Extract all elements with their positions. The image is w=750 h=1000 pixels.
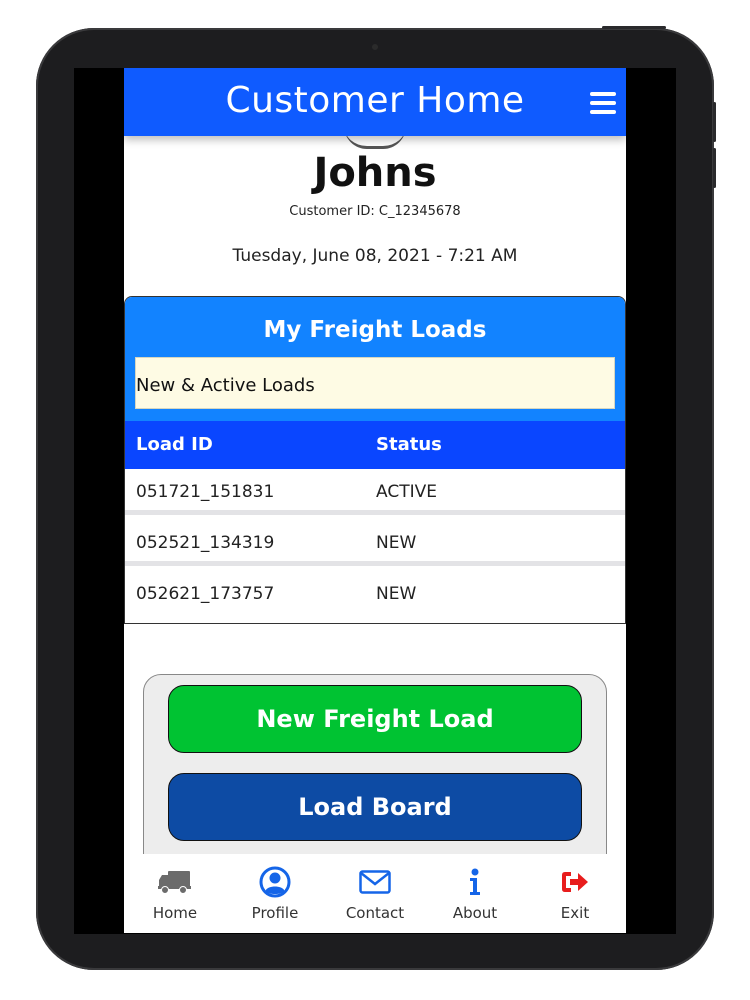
current-datetime: Tuesday, June 08, 2021 - 7:21 AM: [232, 246, 518, 266]
status-cell: NEW: [376, 533, 417, 553]
nav-item-contact[interactable]: Contact: [325, 866, 425, 922]
app-header: Customer Home: [124, 68, 626, 136]
nav-label-about: About: [452, 904, 498, 922]
load-board-button[interactable]: Load Board: [168, 773, 582, 841]
table-row[interactable]: 052521_134319 NEW: [125, 520, 625, 566]
hamburger-menu-icon[interactable]: [590, 92, 616, 114]
info-icon: [425, 866, 525, 898]
freight-loads-title: My Freight Loads: [263, 317, 487, 343]
nav-label-profile: Profile: [251, 904, 299, 922]
load-filter-select[interactable]: New & Active Loads: [135, 357, 615, 409]
nav-item-profile[interactable]: Profile: [225, 866, 325, 922]
loads-table-header: Load ID Status: [125, 421, 625, 469]
new-freight-load-button[interactable]: New Freight Load: [168, 685, 582, 753]
customer-id: Customer ID: C_12345678: [289, 204, 461, 219]
nav-label-contact: Contact: [345, 904, 405, 922]
bottom-navigation: Home Profile Contact About Exit: [124, 854, 626, 933]
table-row[interactable]: 051721_151831 ACTIVE: [125, 469, 625, 515]
load-id-cell: 051721_151831: [136, 482, 275, 502]
volume-up-button: [713, 102, 716, 142]
top-button: [602, 26, 666, 29]
freight-loads-card: My Freight Loads New & Active Loads Load…: [124, 296, 626, 624]
status-cell: ACTIVE: [376, 482, 437, 502]
sign-out-icon: [525, 866, 625, 898]
user-circle-icon: [225, 866, 325, 898]
actions-panel: New Freight Load Load Board: [143, 674, 607, 874]
nav-item-exit[interactable]: Exit: [525, 866, 625, 922]
nav-label-home: Home: [152, 904, 198, 922]
table-row[interactable]: 052621_173757 NEW: [125, 571, 625, 617]
camera-dot: [372, 44, 378, 50]
status-cell: NEW: [376, 584, 417, 604]
customer-name: Johns: [313, 150, 437, 196]
load-id-cell: 052521_134319: [136, 533, 275, 553]
load-id-cell: 052621_173757: [136, 584, 275, 604]
envelope-icon: [325, 866, 425, 898]
volume-down-button: [713, 148, 716, 188]
column-header-status: Status: [376, 434, 442, 455]
truck-icon: [125, 866, 225, 898]
page-title: Customer Home: [225, 80, 525, 121]
nav-item-home[interactable]: Home: [125, 866, 225, 922]
column-header-load-id: Load ID: [136, 434, 213, 455]
app-screen: Customer Home Johns Customer ID: C_12345…: [124, 68, 626, 933]
freight-loads-header: My Freight Loads New & Active Loads: [125, 297, 625, 421]
nav-item-about[interactable]: About: [425, 866, 525, 922]
load-filter-value: New & Active Loads: [136, 375, 315, 396]
nav-label-exit: Exit: [560, 904, 590, 922]
